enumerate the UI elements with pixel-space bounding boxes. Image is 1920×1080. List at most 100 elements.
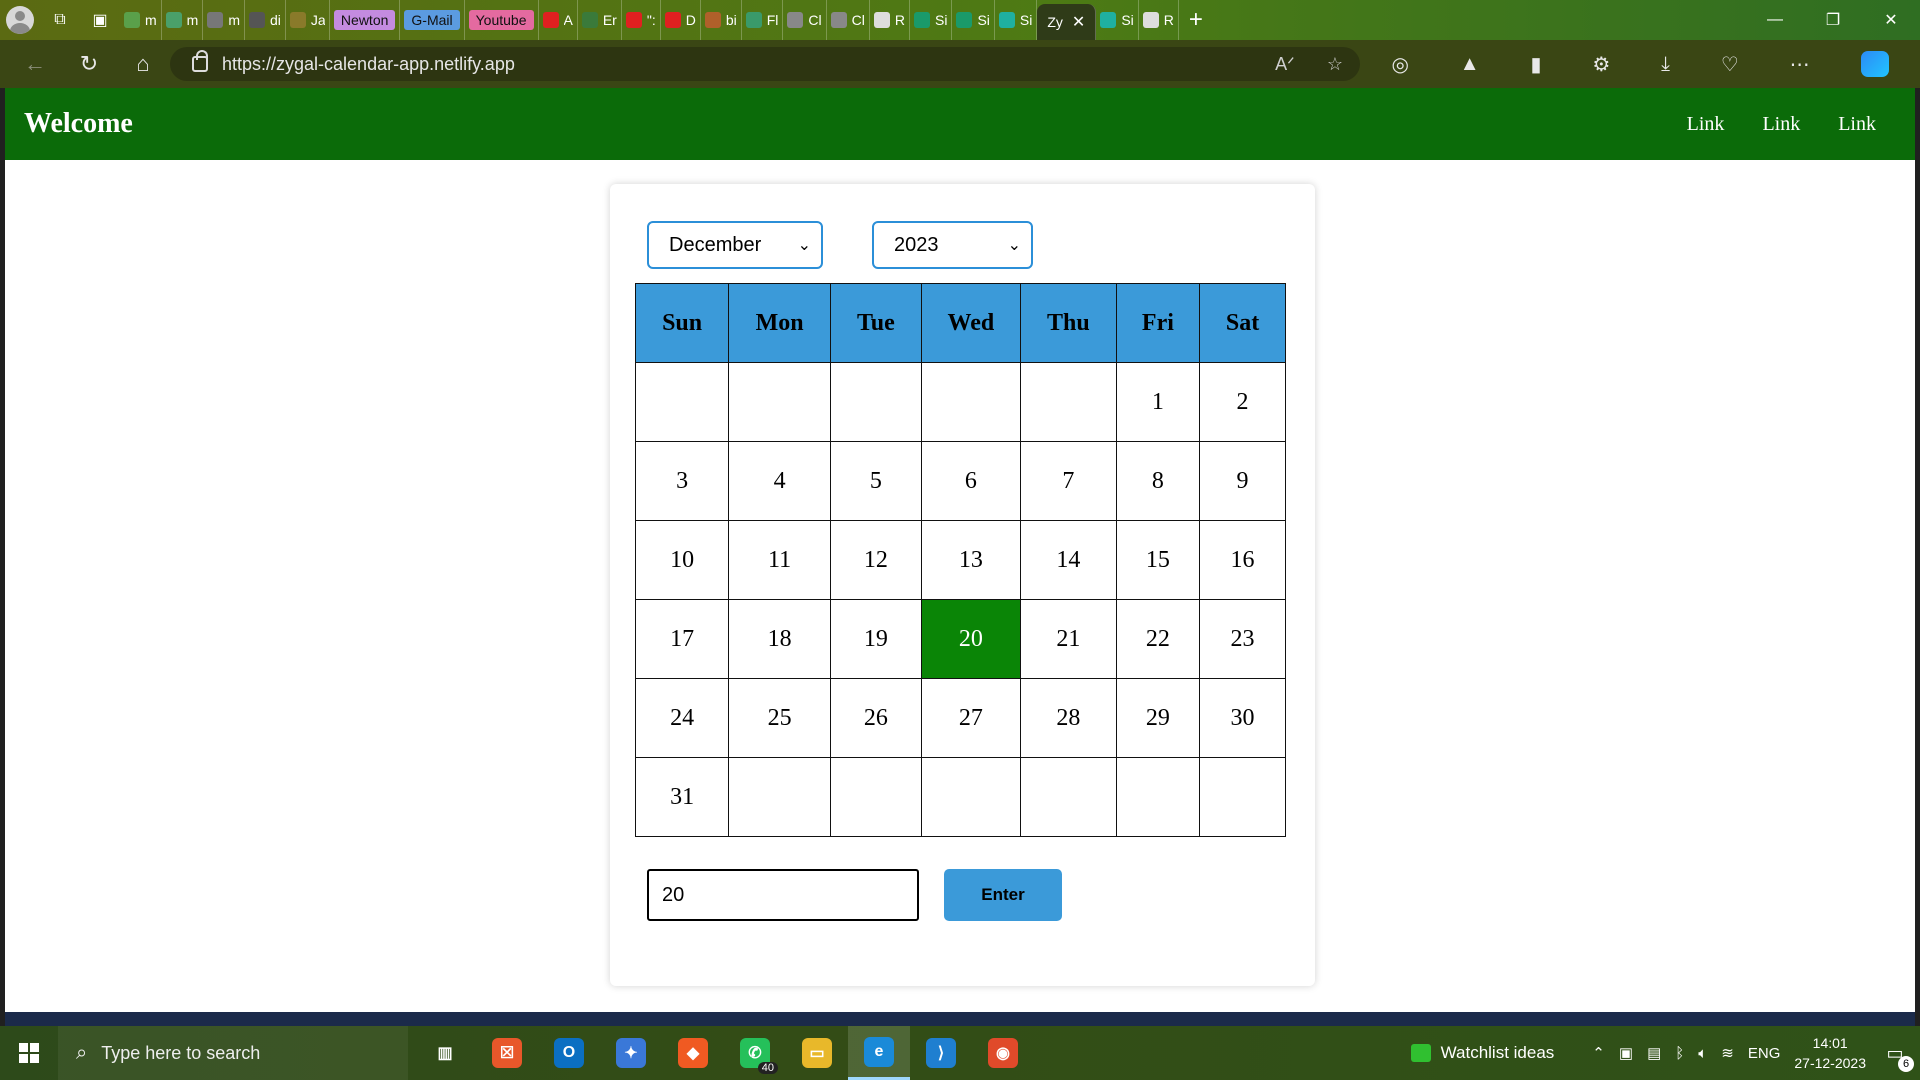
taskbar-app-brave[interactable]: ◆ — [662, 1026, 724, 1080]
calendar-day-cell[interactable]: 8 — [1115, 441, 1201, 521]
browser-tab[interactable]: Si — [910, 0, 953, 40]
radar-extension-icon[interactable]: ◎ — [1391, 52, 1408, 77]
browser-tab[interactable]: A — [539, 0, 578, 40]
browser-tab[interactable]: Newton — [330, 0, 401, 40]
taskbar-app-outlook[interactable]: O — [538, 1026, 600, 1080]
favorite-star-icon[interactable]: ☆ — [1310, 54, 1360, 75]
calendar-day-cell[interactable]: 19 — [829, 599, 922, 679]
calendar-day-cell[interactable]: 2 — [1199, 362, 1286, 442]
calendar-day-cell[interactable]: 29 — [1115, 678, 1201, 758]
notification-button[interactable]: ▭ 6 — [1880, 1038, 1914, 1072]
calendar-day-cell[interactable]: 14 — [1020, 520, 1117, 600]
calendar-day-cell[interactable]: 31 — [634, 757, 730, 837]
calendar-day-cell[interactable]: 5 — [829, 441, 922, 521]
calendar-day-cell[interactable]: 4 — [728, 441, 831, 521]
browser-tab[interactable]: R — [870, 0, 910, 40]
monitor-icon[interactable]: ▤ — [1647, 1044, 1661, 1062]
calendar-day-cell[interactable]: 24 — [634, 678, 730, 758]
taskbar-app-edge[interactable]: e — [848, 1026, 910, 1080]
calendar-day-cell[interactable]: 16 — [1199, 520, 1286, 600]
close-window-button[interactable]: ✕ — [1862, 0, 1920, 40]
calendar-day-cell[interactable]: 3 — [634, 441, 730, 521]
taskbar-app-app-orange[interactable]: ☒ — [476, 1026, 538, 1080]
back-button[interactable]: ← — [8, 40, 62, 88]
active-browser-tab[interactable]: Zy ✕ — [1037, 4, 1097, 40]
calendar-day-cell[interactable]: 12 — [829, 520, 922, 600]
browser-tab[interactable]: Ja — [286, 0, 330, 40]
calendar-day-cell[interactable]: 28 — [1020, 678, 1117, 758]
extensions-icon[interactable]: ⚙ — [1592, 52, 1610, 77]
lock-icon[interactable] — [192, 50, 208, 72]
browser-tab[interactable]: di — [245, 0, 286, 40]
taskbar-app-file-explorer[interactable]: ▭ — [786, 1026, 848, 1080]
restore-button[interactable]: ❐ — [1804, 0, 1862, 40]
taskbar-app-chrome[interactable]: ◉ — [972, 1026, 1034, 1080]
chevron-up-icon[interactable]: ⌃ — [1592, 1044, 1605, 1062]
browser-tab[interactable]: m — [203, 0, 246, 40]
month-select[interactable]: December ⌄ — [647, 221, 823, 269]
calendar-day-cell[interactable]: 10 — [634, 520, 730, 600]
calendar-day-cell[interactable]: 22 — [1115, 599, 1201, 679]
taskbar-app-medal-app[interactable]: ✦ — [600, 1026, 662, 1080]
start-button[interactable] — [0, 1026, 58, 1080]
calendar-day-cell[interactable]: 9 — [1199, 441, 1286, 521]
wifi-icon[interactable]: ≋ — [1721, 1044, 1734, 1062]
calendar-day-cell[interactable]: 17 — [634, 599, 730, 679]
stats-extension-icon[interactable]: ▮ — [1530, 52, 1541, 77]
nvidia-icon[interactable]: ▣ — [1619, 1044, 1633, 1062]
calendar-day-cell[interactable]: 13 — [920, 520, 1022, 600]
profile-button[interactable] — [0, 0, 40, 40]
nav-link-2[interactable]: Link — [1762, 113, 1800, 136]
bluetooth-icon[interactable]: ᛒ — [1675, 1045, 1684, 1062]
taskbar-search[interactable]: ⌕ Type here to search — [58, 1026, 408, 1080]
calendar-day-cell[interactable]: 30 — [1199, 678, 1286, 758]
more-menu-icon[interactable]: ⋯ — [1790, 52, 1810, 77]
minimize-button[interactable]: — — [1746, 0, 1804, 40]
calendar-day-cell[interactable]: 11 — [728, 520, 831, 600]
taskbar-app-task-view[interactable]: ▥ — [414, 1026, 476, 1080]
widget-watchlist[interactable]: Watchlist ideas — [1410, 1043, 1579, 1063]
browser-tab[interactable]: m — [162, 0, 204, 40]
new-tab-button[interactable]: + — [1179, 0, 1213, 40]
browser-tab[interactable]: Youtube — [465, 0, 539, 40]
browser-tab[interactable]: m — [120, 0, 162, 40]
clock[interactable]: 14:01 27-12-2023 — [1794, 1033, 1866, 1073]
calendar-day-cell[interactable]: 23 — [1199, 599, 1286, 679]
language-indicator[interactable]: ENG — [1748, 1045, 1781, 1062]
home-button[interactable]: ⌂ — [116, 40, 170, 88]
browser-tab[interactable]: Cl — [783, 0, 827, 40]
calendar-day-cell[interactable]: 21 — [1020, 599, 1117, 679]
downloads-icon[interactable]: ⤓ — [1661, 53, 1670, 76]
copilot-icon[interactable] — [1860, 51, 1889, 77]
calendar-day-cell[interactable]: 15 — [1115, 520, 1201, 600]
nav-link-3[interactable]: Link — [1838, 113, 1876, 136]
calendar-day-cell[interactable]: 25 — [728, 678, 831, 758]
browser-tab[interactable]: R — [1139, 0, 1179, 40]
browser-tab[interactable]: Cl — [827, 0, 870, 40]
browser-tab[interactable]: G-Mail — [400, 0, 465, 40]
calendar-day-cell[interactable]: 27 — [920, 678, 1022, 758]
year-select[interactable]: 2023 ⌄ — [872, 221, 1033, 269]
url-text[interactable]: https://zygal-calendar-app.netlify.app — [222, 54, 515, 75]
address-bar[interactable]: https://zygal-calendar-app.netlify.app A… — [170, 47, 1360, 81]
close-tab-icon[interactable]: ✕ — [1072, 12, 1085, 32]
browser-tab[interactable]: bi — [701, 0, 742, 40]
day-input[interactable]: 20 — [647, 869, 919, 921]
browser-tab[interactable]: D — [661, 0, 701, 40]
browser-tab[interactable]: ": — [622, 0, 661, 40]
browser-tab[interactable]: Er — [578, 0, 622, 40]
taskbar-app-vscode[interactable]: ⟩ — [910, 1026, 972, 1080]
workspaces-icon[interactable]: ⧉ — [40, 0, 80, 40]
browser-tab[interactable]: Si — [1096, 0, 1139, 40]
calendar-day-cell[interactable]: 26 — [829, 678, 922, 758]
calendar-day-cell[interactable]: 7 — [1020, 441, 1117, 521]
taskbar-app-whatsapp[interactable]: ✆ 40 — [724, 1026, 786, 1080]
navbar-brand[interactable]: Welcome — [24, 108, 133, 140]
browser-tab[interactable]: Si — [995, 0, 1038, 40]
nav-link-1[interactable]: Link — [1687, 113, 1725, 136]
vertical-tabs-icon[interactable]: ▣ — [80, 0, 120, 40]
performance-icon[interactable]: ♡ — [1721, 52, 1739, 77]
selected-day-cell[interactable]: 20 — [920, 599, 1022, 679]
volume-icon[interactable]: 🔈︎ — [1698, 1045, 1707, 1062]
read-aloud-icon[interactable]: Aᐟ — [1260, 54, 1310, 75]
